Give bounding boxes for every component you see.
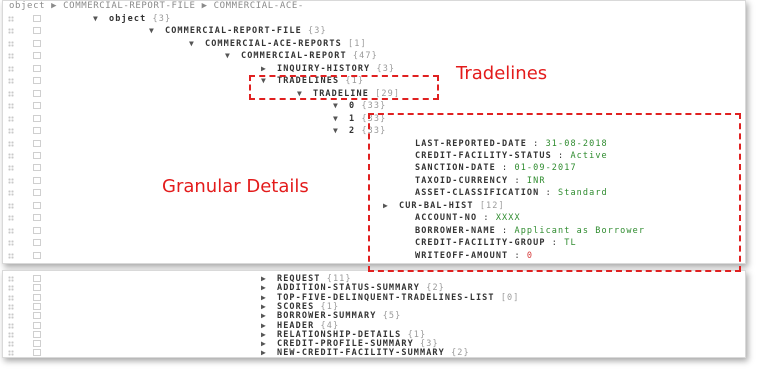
tradeline-callout-box [249,75,439,100]
row-checkbox[interactable] [33,189,41,197]
row-checkbox[interactable] [33,102,41,110]
node-count: {3} [376,63,396,74]
drag-handle-icon[interactable] [8,115,14,122]
row-checkbox[interactable] [33,64,41,72]
row-checkbox[interactable] [33,39,41,47]
tradelines-annotation: Tradelines [456,63,548,84]
drag-handle-icon[interactable] [8,240,14,247]
drag-handle-icon[interactable] [8,190,14,197]
row-checkbox[interactable] [33,214,41,222]
drag-handle-icon[interactable] [8,252,14,259]
node-count: {47} [352,51,378,62]
node-count: {2} [451,348,470,358]
node-key: 0 [349,101,356,112]
row-checkbox[interactable] [33,77,41,85]
row-checkbox[interactable] [33,151,41,159]
drag-handle-icon[interactable] [8,140,14,147]
node-count: {3} [308,26,327,37]
node-key: NEW-CREDIT-FACILITY-SUMMARY [277,348,445,358]
drag-handle-icon[interactable] [8,53,14,60]
drag-handle-icon[interactable] [8,177,14,184]
drag-handle-icon[interactable] [8,78,14,85]
drag-handle-icon[interactable] [8,215,14,222]
node-key: COMMERCIAL-REPORT-FILE [165,26,302,37]
row-checkbox[interactable] [33,139,41,147]
row-checkbox[interactable] [33,164,41,172]
row-checkbox[interactable] [33,15,41,22]
row-checkbox[interactable] [33,239,41,247]
drag-handle-icon[interactable] [8,40,14,47]
granular-details-annotation: Granular Details [162,176,309,197]
node-key: 2 [349,126,356,137]
drag-handle-icon[interactable] [8,90,14,97]
row-checkbox[interactable] [33,251,41,259]
drag-handle-icon[interactable] [8,165,14,172]
row-checkbox[interactable] [33,349,41,357]
node-count: [1] [348,38,367,49]
drag-handle-icon[interactable] [8,103,14,110]
granular-details-callout-box [368,113,741,272]
node-key: 1 [349,113,356,124]
node-key: COMMERCIAL-ACE-REPORTS [205,38,342,49]
row-checkbox[interactable] [33,114,41,122]
node-key: INQUIRY-HISTORY [277,63,371,74]
drag-handle-icon[interactable] [8,202,14,209]
node-count: {3} [152,14,172,24]
drag-handle-icon[interactable] [8,350,14,357]
drag-handle-icon[interactable] [8,65,14,72]
expand-arrow-icon[interactable]: ▶ [261,346,277,357]
row-checkbox[interactable] [33,226,41,234]
drag-handle-icon[interactable] [8,227,14,234]
breadcrumb[interactable]: object ▶ COMMERCIAL-REPORT-FILE ▶ COMMER… [9,1,304,12]
node-count: {33} [361,101,387,112]
row-checkbox[interactable] [33,176,41,184]
row-checkbox[interactable] [33,52,41,60]
drag-handle-icon[interactable] [8,152,14,159]
node-key: COMMERCIAL-REPORT [241,51,347,62]
row-checkbox[interactable] [33,27,41,35]
json-tree-panel-bottom: ▶ REQUEST {11} ▶ ADDITION-STATUS-SUMMARY {2… [2,270,746,358]
row-checkbox[interactable] [33,127,41,135]
drag-handle-icon[interactable] [8,128,14,135]
tree-node: ▶ NEW-CREDIT-FACILITY-SUMMARY {2} [261,346,470,358]
row-checkbox[interactable] [33,201,41,209]
node-key: object [109,14,147,24]
drag-handle-icon[interactable] [8,28,14,35]
tree-row[interactable]: ▶ NEW-CREDIT-FACILITY-SUMMARY {2} [3,346,745,358]
drag-handle-icon[interactable] [8,16,14,22]
row-checkbox[interactable] [33,89,41,97]
